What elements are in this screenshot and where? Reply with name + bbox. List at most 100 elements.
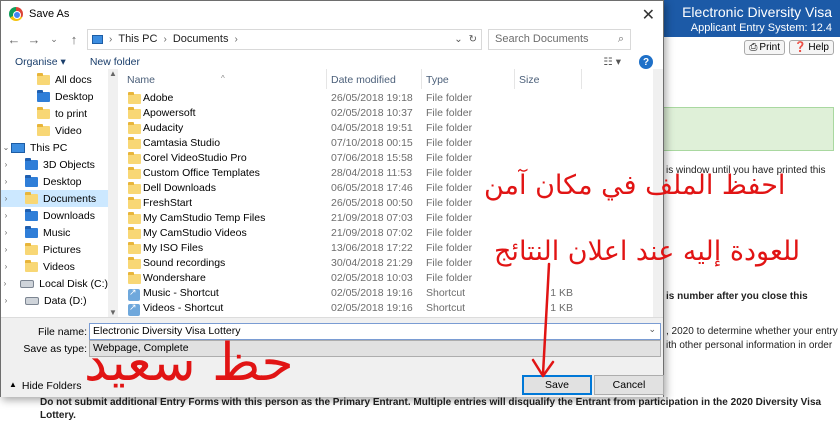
- file-row[interactable]: Corel VideoStudio Pro 07/06/2018 15:58 Fil…: [121, 151, 653, 166]
- file-row[interactable]: Camtasia Studio 07/10/2018 00:15 File fold…: [121, 136, 653, 151]
- tree-item[interactable]: All docs: [1, 71, 108, 88]
- tree-item[interactable]: › Desktop: [1, 173, 108, 190]
- folder-icon: [128, 227, 141, 239]
- view-options-icon[interactable]: ☷ ▾: [603, 56, 621, 68]
- expand-chevron-icon[interactable]: ›: [1, 177, 11, 186]
- pc-icon: [11, 142, 25, 153]
- navigation-pane: All docs Desktop to print Video ⌄ This PC › 3D …: [1, 69, 119, 317]
- tree-scrollbar[interactable]: ▲ ▼: [108, 69, 118, 317]
- expand-chevron-icon[interactable]: ›: [1, 245, 11, 254]
- column-date[interactable]: Date modified: [331, 74, 396, 86]
- tree-item[interactable]: › Music: [1, 224, 108, 241]
- tree-item[interactable]: › Pictures: [1, 241, 108, 258]
- caret-up-icon: ▲: [9, 380, 17, 389]
- site-tools: ⎙ Print ❓ Help: [744, 40, 834, 55]
- tree-item-label: Pictures: [43, 243, 81, 256]
- dropdown-icon[interactable]: ⌄: [648, 324, 656, 335]
- drive-icon: [25, 296, 39, 305]
- tree-item[interactable]: Desktop: [1, 88, 108, 105]
- file-type: File folder: [426, 167, 473, 179]
- new-folder-button[interactable]: New folder: [90, 56, 140, 68]
- recent-dropdown-icon[interactable]: ⌄: [47, 34, 61, 45]
- file-type: File folder: [426, 212, 473, 224]
- file-row[interactable]: Audacity 04/05/2018 19:51 File folder: [121, 121, 653, 136]
- chevron-right-icon: ›: [109, 33, 113, 45]
- file-row[interactable]: Music - Shortcut 02/05/2018 19:16 Shortcut…: [121, 286, 653, 301]
- expand-chevron-icon[interactable]: ›: [1, 194, 11, 203]
- toolbar-right: ☷ ▾ ?: [603, 55, 663, 69]
- chevron-right-icon: ›: [234, 33, 238, 45]
- scroll-up-icon[interactable]: ▲: [108, 69, 118, 78]
- expand-chevron-icon[interactable]: ›: [1, 228, 11, 237]
- tree-item[interactable]: › Local Disk (C:): [1, 275, 108, 292]
- annotation-save-safe: احفظ الملف في مكان آمن: [484, 170, 786, 201]
- column-size[interactable]: Size: [519, 74, 539, 86]
- up-arrow-icon[interactable]: ↑: [67, 32, 81, 47]
- column-name[interactable]: Name: [127, 74, 155, 86]
- folder-icon: [128, 197, 141, 209]
- file-row[interactable]: Wondershare 02/05/2018 10:03 File folder: [121, 271, 653, 286]
- breadcrumb-this-pc[interactable]: This PC: [118, 33, 157, 45]
- search-input[interactable]: Search Documents ⌕: [488, 28, 631, 50]
- expand-chevron-icon[interactable]: ›: [1, 160, 11, 169]
- shortcut-icon: [128, 287, 140, 301]
- file-name: Corel VideoStudio Pro: [143, 152, 247, 164]
- cancel-button[interactable]: Cancel: [594, 375, 664, 395]
- tree-item[interactable]: › 3D Objects: [1, 156, 108, 173]
- help-button[interactable]: ❓ Help: [788, 40, 834, 55]
- file-name: My CamStudio Videos: [143, 227, 247, 239]
- file-row[interactable]: My CamStudio Temp Files 21/09/2018 07:03 F…: [121, 211, 653, 226]
- folder-icon: [25, 242, 38, 255]
- organise-menu[interactable]: Organise ▾: [15, 56, 66, 68]
- file-date: 02/05/2018 10:03: [331, 272, 413, 284]
- close-icon[interactable]: ✕: [642, 5, 655, 25]
- file-name: Sound recordings: [143, 257, 226, 269]
- dialog-title: Save As: [29, 8, 70, 20]
- folder-icon: [128, 107, 141, 119]
- file-row[interactable]: Videos - Shortcut 02/05/2018 19:16 Shortcu…: [121, 301, 653, 316]
- tree-item[interactable]: › Videos: [1, 258, 108, 275]
- file-date: 07/06/2018 15:58: [331, 152, 413, 164]
- file-type: File folder: [426, 152, 473, 164]
- forward-arrow-icon[interactable]: →: [27, 32, 41, 47]
- tree-item-label: All docs: [55, 73, 92, 86]
- address-bar[interactable]: › This PC › Documents › ⌄ ↻: [87, 28, 482, 50]
- expand-chevron-icon[interactable]: ›: [1, 211, 11, 220]
- breadcrumb-documents[interactable]: Documents: [173, 33, 229, 45]
- expand-chevron-icon[interactable]: ›: [1, 279, 9, 288]
- print-button[interactable]: ⎙ Print: [744, 40, 785, 55]
- help-icon[interactable]: ?: [639, 55, 653, 69]
- tree-item[interactable]: to print: [1, 105, 108, 122]
- tree-item[interactable]: › Data (D:): [1, 292, 108, 309]
- search-icon: ⌕: [617, 32, 624, 45]
- expand-chevron-icon[interactable]: ›: [1, 296, 11, 305]
- screen: Electronic Diversity Visa Applicant Entr…: [0, 0, 840, 421]
- file-date: 28/04/2018 11:53: [331, 167, 412, 179]
- column-headers: Name ^ Date modified Type Size: [121, 69, 653, 89]
- tree-item[interactable]: › Downloads: [1, 207, 108, 224]
- tree-item[interactable]: ⌄ This PC: [1, 139, 108, 156]
- file-date: 07/10/2018 00:15: [331, 137, 413, 149]
- file-row[interactable]: Apowersoft 02/05/2018 10:37 File folder: [121, 106, 653, 121]
- file-row[interactable]: Adobe 26/05/2018 19:18 File folder: [121, 91, 653, 106]
- file-type: File folder: [426, 137, 473, 149]
- folder-icon: [128, 242, 141, 254]
- tree-item[interactable]: › Documents: [1, 190, 108, 207]
- file-type: File folder: [426, 107, 473, 119]
- file-type: File folder: [426, 227, 473, 239]
- file-type: File folder: [426, 182, 473, 194]
- expand-chevron-icon[interactable]: ⌄: [1, 143, 11, 152]
- folder-icon: [25, 225, 38, 238]
- expand-chevron-icon[interactable]: ›: [1, 262, 11, 271]
- file-type: File folder: [426, 272, 473, 284]
- column-type[interactable]: Type: [426, 74, 449, 86]
- hide-folders-toggle[interactable]: ▲ Hide Folders: [9, 380, 81, 392]
- file-name: Videos - Shortcut: [143, 302, 224, 314]
- scroll-down-icon[interactable]: ▼: [108, 308, 118, 317]
- address-dropdown-icon[interactable]: ⌄: [454, 34, 462, 45]
- sort-caret-icon: ^: [221, 74, 225, 83]
- tree-item[interactable]: Video: [1, 122, 108, 139]
- annotation-good-luck: حظ سعيد: [84, 333, 294, 393]
- back-arrow-icon[interactable]: ←: [7, 32, 21, 47]
- refresh-icon[interactable]: ↻: [469, 34, 477, 45]
